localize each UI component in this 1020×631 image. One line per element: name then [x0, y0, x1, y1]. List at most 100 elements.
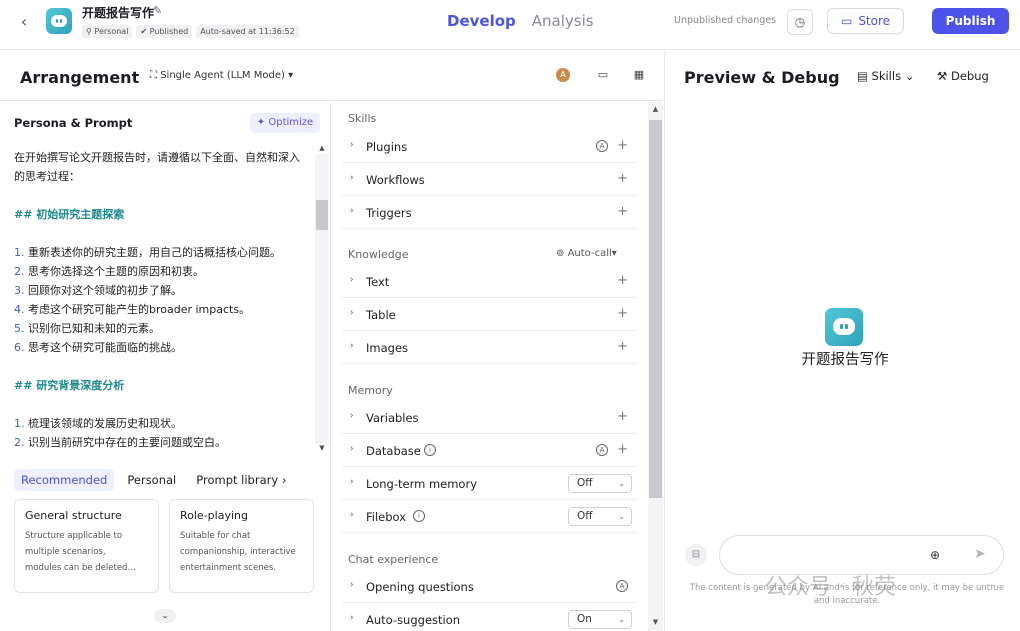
- send-icon[interactable]: ➤: [974, 546, 986, 562]
- auto-icon[interactable]: A: [616, 580, 628, 592]
- skill-row-text[interactable]: › Text +: [342, 265, 638, 298]
- auto-icon[interactable]: A: [596, 444, 608, 456]
- expand-more-icon[interactable]: ⌄: [154, 609, 176, 623]
- skill-row-database[interactable]: › Database i A +: [342, 434, 638, 467]
- chevron-right-icon[interactable]: ›: [350, 275, 354, 285]
- edit-icon[interactable]: ✎: [153, 4, 162, 17]
- avatar-icon[interactable]: A: [556, 68, 570, 82]
- scroll-thumb[interactable]: [316, 200, 328, 230]
- history-button[interactable]: ◷: [787, 9, 813, 35]
- card-desc-line: Structure applicable to: [25, 531, 123, 541]
- info-icon[interactable]: i: [413, 510, 425, 522]
- skill-row-auto-suggestion[interactable]: › Auto-suggestion On ⌄: [342, 603, 638, 631]
- scroll-up-icon[interactable]: ▲: [317, 144, 327, 152]
- skill-row-label: Opening questions: [366, 580, 474, 594]
- chevron-right-icon[interactable]: ›: [350, 510, 354, 520]
- add-attachment-icon[interactable]: ⊕: [930, 548, 940, 562]
- publish-button[interactable]: Publish: [932, 8, 1009, 34]
- skill-row-variables[interactable]: › Variables +: [342, 401, 638, 434]
- prompt-editor[interactable]: 在开始撰写论文开题报告时，请遵循以下全面、自然和深入 的思考过程： ## 初始研究主…: [14, 148, 309, 456]
- skill-row-filebox[interactable]: › Filebox i Off ⌄: [342, 500, 638, 533]
- chevron-right-icon[interactable]: ›: [350, 341, 354, 351]
- template-card-roleplaying[interactable]: Role-playing Suitable for chat companion…: [169, 499, 314, 593]
- chevron-right-icon[interactable]: ›: [350, 477, 354, 487]
- scroll-thumb[interactable]: [649, 120, 662, 498]
- auto-call-dropdown[interactable]: ⊚ Auto-call▾: [556, 248, 617, 259]
- skill-row-long-term-memory[interactable]: › Long-term memory Off ⌄: [342, 467, 638, 500]
- chevron-right-icon[interactable]: ›: [350, 308, 354, 318]
- prompt-line: ## 初始研究主题探索: [14, 205, 309, 224]
- tab-analysis[interactable]: Analysis: [532, 12, 594, 30]
- chevron-right-icon[interactable]: ›: [350, 206, 354, 216]
- chevron-right-icon[interactable]: ›: [350, 444, 354, 454]
- chevron-right-icon[interactable]: ›: [350, 580, 354, 590]
- tab-recommended[interactable]: Recommended: [14, 469, 115, 491]
- auto-call-label: Auto-call: [567, 248, 612, 259]
- badge-personal: ⚲ Personal: [82, 25, 133, 38]
- add-icon[interactable]: +: [617, 306, 628, 321]
- add-icon[interactable]: +: [617, 273, 628, 288]
- section-knowledge: Knowledge: [348, 248, 409, 261]
- section-memory: Memory: [348, 384, 393, 397]
- toggle-select[interactable]: Off ⌄: [568, 474, 632, 493]
- skills-dropdown[interactable]: ▤ Skills ⌄: [857, 69, 914, 83]
- add-icon[interactable]: +: [617, 442, 628, 457]
- toggle-select[interactable]: Off ⌄: [568, 507, 632, 526]
- skill-row-triggers[interactable]: › Triggers +: [342, 196, 638, 229]
- select-value: On: [577, 613, 592, 625]
- status-badges: ⚲ Personal ✔ Published Auto-saved at 11:…: [82, 25, 299, 38]
- prompt-line: 1. 梳理该领域的发展历史和现状。: [14, 414, 309, 433]
- add-icon[interactable]: +: [617, 171, 628, 186]
- back-arrow-icon[interactable]: ‹: [14, 12, 34, 32]
- line-text: 思考你选择这个主题的原因和初衷。: [24, 265, 204, 278]
- section-skills: Skills: [348, 112, 377, 125]
- line-text: ## 初始研究主题探索: [14, 208, 125, 221]
- prompt-line: [14, 224, 309, 243]
- grid-icon[interactable]: ▦: [632, 68, 646, 82]
- skill-row-table[interactable]: › Table +: [342, 298, 638, 331]
- unpublished-changes-text: Unpublished changes: [674, 15, 777, 26]
- prompt-scrollbar[interactable]: ▲ ▼: [315, 142, 329, 456]
- tab-prompt-library[interactable]: Prompt library ›: [189, 469, 293, 491]
- prompt-line: [14, 357, 309, 376]
- add-icon[interactable]: +: [617, 339, 628, 354]
- optimize-button[interactable]: ✦ Optimize: [250, 113, 320, 133]
- scroll-down-icon[interactable]: ▼: [650, 618, 661, 626]
- prompt-line: 6. 思考这个研究可能面临的挑战。: [14, 338, 309, 357]
- clear-chat-icon[interactable]: ⊟: [685, 544, 707, 566]
- line-text: 重新表述你的研究主题，用自己的话概括核心问题。: [24, 246, 281, 259]
- skill-row-workflows[interactable]: › Workflows +: [342, 163, 638, 196]
- store-button[interactable]: ▭ Store: [827, 8, 904, 34]
- chevron-right-icon[interactable]: ›: [350, 173, 354, 183]
- tab-personal[interactable]: Personal: [120, 469, 183, 491]
- add-icon[interactable]: +: [617, 138, 628, 153]
- chevron-right-icon[interactable]: ›: [350, 613, 354, 623]
- add-icon[interactable]: +: [617, 204, 628, 219]
- skill-row-opening-questions[interactable]: › Opening questions A: [342, 570, 638, 603]
- select-value: Off: [577, 510, 593, 522]
- skill-row-label: Workflows: [366, 173, 425, 187]
- tab-develop[interactable]: Develop: [447, 12, 516, 30]
- window-icon[interactable]: ▭: [596, 68, 610, 82]
- badge-autosaved: Auto-saved at 11:36:52: [196, 25, 299, 38]
- card-desc-line: companionship, interactive: [180, 547, 296, 557]
- skill-row-label: Table: [366, 308, 396, 322]
- chevron-right-icon[interactable]: ›: [350, 140, 354, 150]
- auto-icon[interactable]: A: [596, 140, 608, 152]
- skill-row-plugins[interactable]: › Plugins A +: [342, 130, 638, 163]
- add-icon[interactable]: +: [617, 409, 628, 424]
- skill-row-images[interactable]: › Images +: [342, 331, 638, 364]
- scroll-up-icon[interactable]: ▲: [650, 105, 661, 113]
- info-icon[interactable]: i: [424, 444, 436, 456]
- chat-input[interactable]: [734, 546, 924, 566]
- debug-button[interactable]: ⚒ Debug: [937, 69, 989, 83]
- skill-row-label: Auto-suggestion: [366, 613, 461, 627]
- toggle-select[interactable]: On ⌄: [568, 610, 632, 629]
- template-card-general[interactable]: General structure Structure applicable t…: [14, 499, 159, 593]
- agent-mode-dropdown[interactable]: ⛶ Single Agent (LLM Mode) ▾: [150, 70, 293, 81]
- scroll-down-icon[interactable]: ▼: [317, 444, 327, 452]
- list-number: 3.: [14, 284, 25, 297]
- chevron-right-icon[interactable]: ›: [350, 411, 354, 421]
- card-desc-line: multiple scenarios,: [25, 547, 106, 557]
- skills-scrollbar[interactable]: ▲ ▼: [648, 102, 663, 631]
